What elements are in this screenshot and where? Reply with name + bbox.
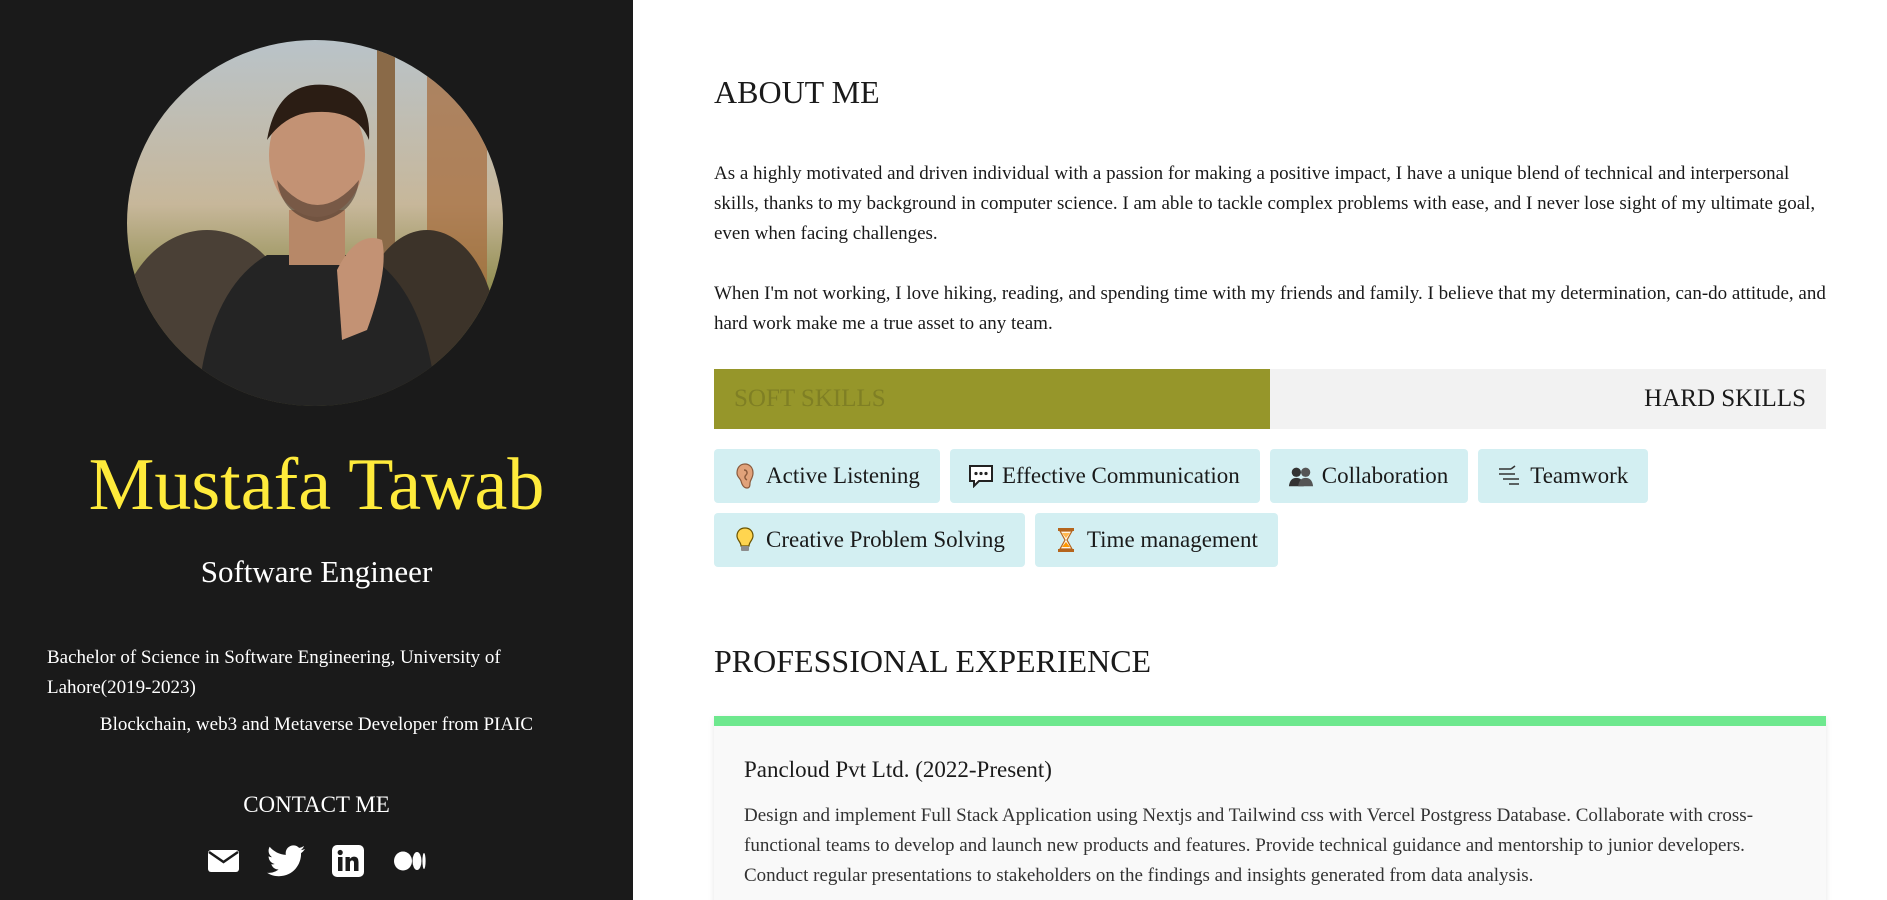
skills-tabs: SOFT SKILLS HARD SKILLS — [714, 369, 1826, 429]
skill-label: Creative Problem Solving — [766, 527, 1005, 552]
experience-title: PROFESSIONAL EXPERIENCE — [714, 643, 1152, 679]
email-link[interactable] — [204, 843, 244, 879]
profile-name: Mustafa Tawab — [88, 444, 545, 526]
ear-icon — [732, 463, 758, 489]
lightbulb-icon — [732, 527, 758, 553]
about-paragraph-2: When I'm not working, I love hiking, rea… — [714, 283, 1826, 334]
email-icon — [208, 850, 239, 872]
skill-label: Effective Communication — [1001, 463, 1240, 488]
skills-list: Active Listening Effective Communication… — [714, 449, 1826, 567]
hourglass-icon — [1053, 527, 1079, 553]
contact-title: CONTACT ME — [243, 792, 390, 817]
skill-label: Collaboration — [1321, 463, 1449, 488]
social-links — [0, 843, 633, 879]
profile-photo — [127, 40, 503, 406]
education-text: Bachelor of Science in Software Engineer… — [47, 647, 501, 698]
about-title: ABOUT ME — [714, 74, 880, 110]
experience-card: Pancloud Pvt Ltd. (2022-Present) Design … — [714, 716, 1826, 900]
skill-label: Time management — [1086, 527, 1258, 552]
about-paragraph-1: As a highly motivated and driven individ… — [714, 163, 1816, 244]
skill-chip[interactable]: Collaboration — [1269, 449, 1469, 503]
main-content: ABOUT ME As a highly motivated and drive… — [714, 0, 1826, 900]
skill-chip[interactable]: Effective Communication — [949, 449, 1260, 503]
certification-text: Blockchain, web3 and Metaverse Developer… — [99, 714, 534, 735]
linkedin-link[interactable] — [328, 843, 368, 879]
linkedin-icon — [331, 845, 364, 877]
job-heading: Pancloud Pvt Ltd. (2022-Present) — [744, 757, 1052, 782]
skill-chip[interactable]: Teamwork — [1478, 449, 1649, 503]
teamwork-icon — [1496, 463, 1522, 489]
avatar — [127, 40, 503, 406]
skill-chip[interactable]: Creative Problem Solving — [714, 513, 1025, 567]
tab-soft-skills[interactable]: SOFT SKILLS — [714, 369, 1270, 429]
tab-hard-skills[interactable]: HARD SKILLS — [1270, 369, 1826, 429]
speech-bubble-icon — [968, 463, 994, 489]
skill-chip[interactable]: Active Listening — [714, 449, 940, 503]
twitter-link[interactable] — [266, 843, 306, 879]
profile-role: Software Engineer — [200, 554, 433, 589]
medium-icon — [393, 851, 426, 871]
people-icon — [1288, 463, 1314, 489]
profile-sidebar: Mustafa Tawab Software Engineer Bachelor… — [0, 0, 633, 900]
medium-link[interactable] — [390, 843, 430, 879]
twitter-icon — [266, 845, 305, 877]
job-description: Design and implement Full Stack Applicat… — [744, 805, 1754, 886]
skill-label: Teamwork — [1530, 463, 1629, 488]
skill-label: Active Listening — [766, 463, 920, 488]
skill-chip[interactable]: Time management — [1034, 513, 1278, 567]
